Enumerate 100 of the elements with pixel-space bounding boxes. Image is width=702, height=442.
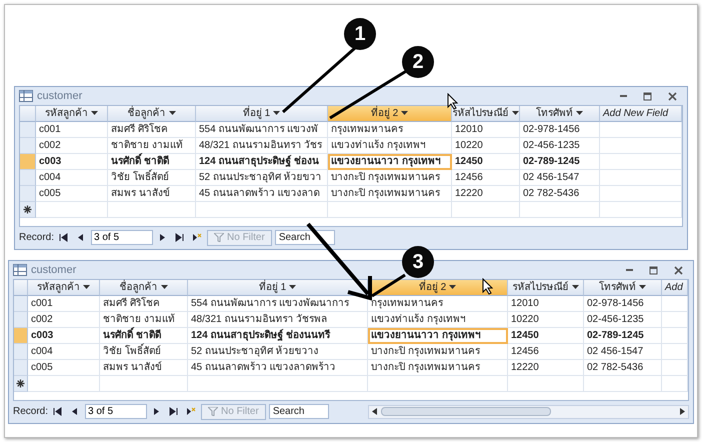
table-cell: 52 ถนนประชาอุทิศ ห้วยขวาง [188, 344, 368, 360]
table-cell: 52 ถนนประชาอุทิศ ห้วยขวา [196, 170, 328, 186]
table-cell: วิชัย โพธิ์สัตย์ [100, 344, 188, 360]
table-cell: 10220 [508, 312, 584, 328]
scroll-left-icon[interactable] [372, 408, 377, 415]
column-header[interactable]: ที่อยู่ 1 [196, 106, 328, 122]
new-record-icon [23, 205, 32, 214]
table-cell: สมศรี ศิริโชค [108, 122, 196, 138]
dropdown-arrow-icon[interactable] [576, 111, 583, 116]
close-icon [674, 266, 683, 274]
table-icon [13, 264, 27, 276]
table-cell: c004 [28, 344, 100, 360]
minimize-icon [626, 269, 633, 271]
record-label: Record: [19, 232, 54, 242]
table-cell: 12220 [508, 360, 584, 376]
column-header[interactable]: รหัสไปรษณีย์ [452, 106, 520, 122]
table-cell: 02-978-1456 [584, 296, 662, 312]
table-cell: 45 ถนนลาดพร้าว แขวงลาด [196, 186, 328, 202]
dropdown-arrow-icon[interactable] [160, 285, 168, 290]
new-record-icon [186, 407, 196, 416]
column-header[interactable]: รหัสไปรษณีย์ [508, 280, 584, 296]
filter-icon [214, 233, 224, 242]
window-title: customer [31, 262, 76, 278]
new-record-button[interactable] [190, 233, 204, 242]
last-record-icon [175, 233, 186, 242]
column-header[interactable]: รหัสลูกค้า [36, 106, 108, 122]
table-cell: c004 [36, 170, 108, 186]
table-cell: บางกะปิ กรุงเทพมหานคร [368, 360, 508, 376]
table-cell: c002 [36, 138, 108, 154]
table-cell: 12450 [508, 328, 584, 344]
maximize-icon [649, 266, 658, 274]
table-cell: 124 ถนนสาธุประดิษฐ์ ช่องน [196, 154, 328, 170]
dropdown-arrow-icon[interactable] [449, 285, 456, 290]
table-cell: 02-456-1235 [520, 138, 600, 154]
maximize-icon [643, 92, 652, 100]
filter-icon [208, 407, 218, 416]
dropdown-arrow-icon[interactable] [512, 111, 518, 116]
dropdown-arrow-icon[interactable] [401, 111, 408, 116]
window-title: customer [37, 88, 82, 104]
column-header[interactable]: Add [662, 280, 688, 296]
table-cell: 48/321 ถนนรามอินทรา วัชรพล [188, 312, 368, 328]
table-cell [662, 296, 688, 312]
table-cell: 10220 [452, 138, 520, 154]
table-cell: c003 [36, 154, 108, 170]
new-record-icon [16, 379, 25, 388]
table-cell: 12220 [452, 186, 520, 202]
record-position-field[interactable]: 3 of 5 [91, 230, 154, 245]
table-cell [662, 328, 688, 344]
table-cell: c001 [36, 122, 108, 138]
table-cell: ชาติชาย งามแท้ [108, 138, 196, 154]
column-header[interactable]: โทรศัพท์ [584, 280, 662, 296]
record-position-field[interactable]: 3 of 5 [85, 404, 148, 419]
table-cell: 12456 [452, 170, 520, 186]
column-header[interactable]: รหัสลูกค้า [28, 280, 100, 296]
table-cell: บางกะปิ กรุงเทพมหานคร [328, 170, 452, 186]
dropdown-arrow-icon[interactable] [273, 111, 280, 116]
table-cell: c003 [28, 328, 100, 344]
table-cell: บางกะปิ กรุงเทพมหานคร [368, 344, 508, 360]
column-header[interactable]: โทรศัพท์ [520, 106, 600, 122]
table-cell: 12010 [452, 122, 520, 138]
table-cell [662, 360, 688, 376]
table-cell: แขวงยานนาวา กรุงเทพฯ [368, 328, 508, 344]
table-cell [662, 344, 688, 360]
dropdown-arrow-icon[interactable] [639, 285, 646, 290]
dropdown-arrow-icon[interactable] [289, 285, 296, 290]
table-cell: c005 [28, 360, 100, 376]
column-header[interactable]: ชื่อลูกค้า [100, 280, 188, 296]
table-cell: 02 456-1547 [520, 170, 600, 186]
table-cell [662, 312, 688, 328]
search-field[interactable]: Search [274, 230, 335, 245]
table-cell: 554 ถนนพัฒนาการ แขวงพั [196, 122, 328, 138]
table-cell: สมพร นาสังข์ [100, 360, 188, 376]
table-cell: 554 ถนนพัฒนาการ แขวงพัฒนาการ [188, 296, 368, 312]
minimize-icon [620, 95, 627, 97]
search-field[interactable]: Search [268, 404, 329, 419]
dropdown-arrow-icon[interactable] [83, 285, 90, 290]
table-cell: ชาติชาย งามแท้ [100, 312, 188, 328]
table-cell: แขวงยานนาวา กรุงเทพฯ [328, 154, 452, 170]
column-header[interactable]: ที่อยู่ 2 [328, 106, 452, 122]
new-record-button[interactable] [184, 407, 198, 416]
table-icon [19, 90, 33, 102]
table-cell: 45 ถนนลาดพร้าว แขวงลาดพร้าว [188, 360, 368, 376]
table-cell: 02-456-1235 [584, 312, 662, 328]
dropdown-arrow-icon[interactable] [572, 285, 578, 290]
column-header[interactable]: Add New Field [600, 106, 682, 122]
scroll-right-icon[interactable] [680, 408, 685, 415]
column-header[interactable]: ที่อยู่ 1 [188, 280, 368, 296]
table-cell: นรศักดิ์ ชาติดี [108, 154, 196, 170]
column-header[interactable]: ชื่อลูกค้า [108, 106, 196, 122]
horizontal-scrollbar[interactable] [368, 404, 689, 418]
dropdown-arrow-icon[interactable] [91, 111, 98, 116]
close-icon [668, 92, 677, 100]
table-cell: 02-978-1456 [520, 122, 600, 138]
dropdown-arrow-icon[interactable] [168, 111, 176, 116]
table-cell: บางกะปิ กรุงเทพมหานคร [328, 186, 452, 202]
record-label: Record: [13, 406, 48, 416]
table-cell: 12456 [508, 344, 584, 360]
table-cell: วิชัย โพธิ์สัตย์ [108, 170, 196, 186]
table-cell: 02 782-5436 [520, 186, 600, 202]
table-cell: c001 [28, 296, 100, 312]
